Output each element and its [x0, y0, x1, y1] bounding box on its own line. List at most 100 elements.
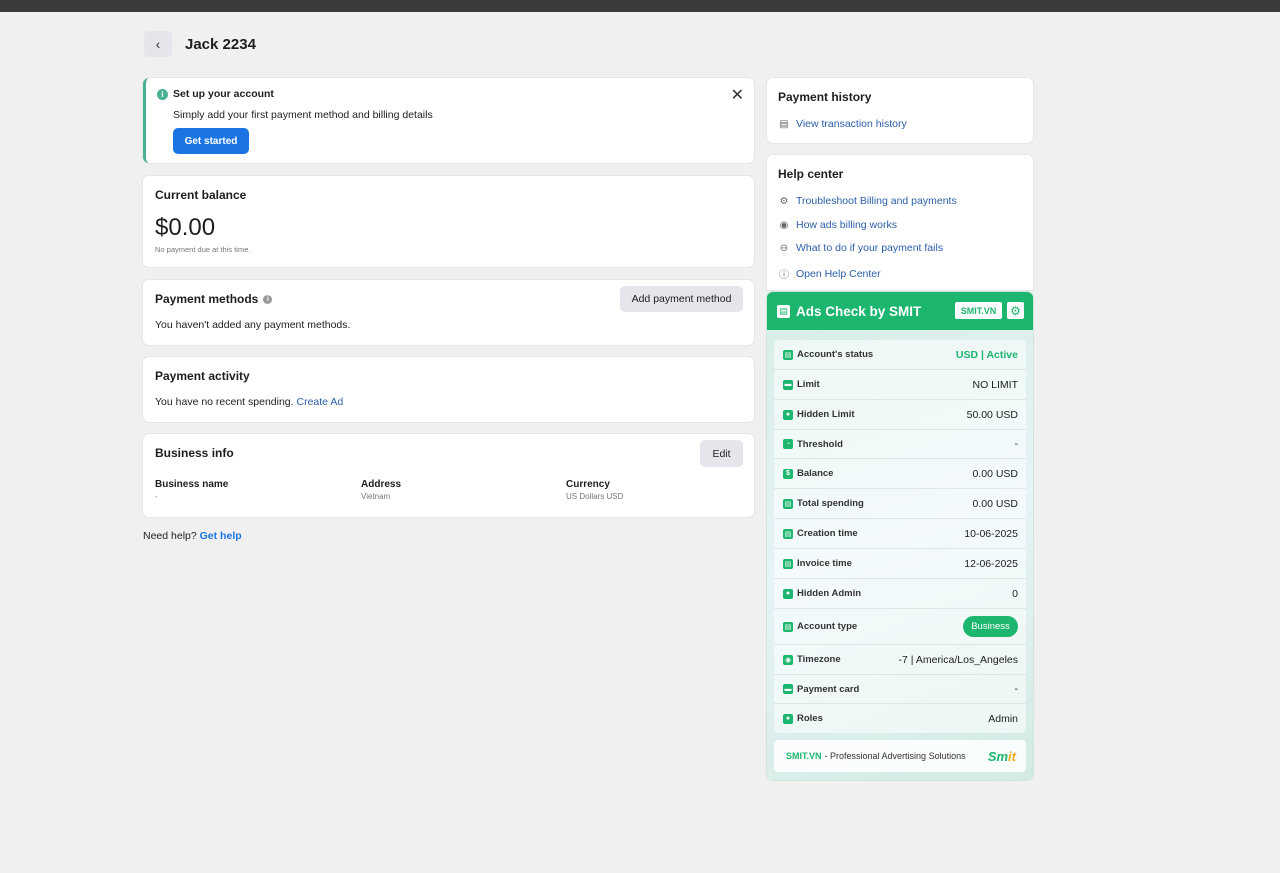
payment-methods-card: Payment methods i Add payment method You …	[143, 280, 754, 345]
minus-circle-icon: ⊖	[779, 242, 789, 254]
smit-badge[interactable]: SMIT.VN	[955, 302, 1002, 319]
payment-activity-title: Payment activity	[155, 369, 250, 383]
field-value: US Dollars USD	[566, 492, 624, 501]
question-circle-icon: ⓘ	[779, 270, 789, 281]
link-label: Troubleshoot Billing and payments	[796, 195, 957, 207]
footer-tagline: - Professional Advertising Solutions	[824, 751, 966, 761]
help-link-troubleshoot[interactable]: ⚙ Troubleshoot Billing and payments	[778, 195, 957, 207]
report-icon: ▤	[777, 304, 790, 318]
row-value: 10-06-2025	[964, 527, 1018, 540]
row-label: Total spending	[797, 498, 864, 509]
row-value: 0.00 USD	[972, 467, 1018, 480]
smit-row-hidden-limit: ● Hidden Limit 50.00 USD	[774, 400, 1026, 430]
smit-logo: Smit	[988, 749, 1016, 764]
field-value: -	[155, 492, 158, 501]
row-value: 0	[1012, 587, 1018, 600]
payment-activity-card: Payment activity You have no recent spen…	[143, 357, 754, 422]
receipt-icon: ▤	[779, 118, 789, 130]
info-icon[interactable]: i	[263, 295, 273, 305]
get-started-button[interactable]: Get started	[173, 128, 249, 154]
row-value: USD | Active	[955, 348, 1018, 361]
info-icon: i	[157, 89, 168, 100]
payment-history-card: Payment history ▤ View transaction histo…	[767, 78, 1033, 143]
status-icon: ▤	[783, 349, 793, 360]
smit-row-timezone: ◉ Timezone -7 | America/Los_Angeles	[774, 645, 1026, 675]
field-label: Address	[361, 479, 402, 490]
balance-amount: $0.00	[155, 214, 216, 241]
back-button[interactable]: ‹	[144, 31, 172, 57]
wallet-icon: ▤	[783, 498, 793, 509]
row-value: -	[1014, 683, 1019, 695]
admin-icon: ●	[783, 588, 793, 599]
link-label: What to do if your payment fails	[796, 242, 944, 254]
payment-methods-title-text: Payment methods	[155, 292, 259, 306]
view-transaction-history-link[interactable]: ▤ View transaction history	[778, 118, 906, 130]
page-title: Jack 2234	[185, 35, 256, 53]
row-label: Roles	[797, 713, 823, 724]
setup-account-card: i Set up your account Simply add your fi…	[143, 78, 754, 163]
add-payment-method-button[interactable]: Add payment method	[620, 286, 743, 312]
balance-title: Current balance	[155, 188, 247, 202]
smit-row-account-type: ▤ Account type Business	[774, 609, 1026, 645]
hidden-limit-icon: ●	[783, 409, 793, 420]
need-help: Need help? Get help	[143, 530, 242, 542]
smit-ads-check-panel: ▤ Ads Check by SMIT SMIT.VN ⚙ ▤ Account's…	[767, 292, 1033, 780]
gear-icon[interactable]: ⚙	[1007, 302, 1024, 319]
need-help-text: Need help?	[143, 530, 197, 542]
payment-activity-description: You have no recent spending. Create Ad	[155, 396, 343, 408]
row-label: Invoice time	[797, 558, 852, 569]
smit-info-list: ▤ Account's status USD | Active ▬ Limit NO…	[774, 340, 1026, 733]
dollar-icon: $	[783, 468, 793, 479]
smit-row-balance: $ Balance 0.00 USD	[774, 459, 1026, 489]
row-label: Account type	[797, 621, 858, 632]
limit-icon: ▬	[783, 379, 793, 390]
field-value: Vietnam	[361, 492, 391, 501]
close-icon[interactable]: ✕	[731, 85, 744, 105]
smit-row-creation-time: ▤ Creation time 10-06-2025	[774, 519, 1026, 549]
row-label: Threshold	[797, 438, 843, 450]
logo-part-a: Sm	[987, 748, 1009, 764]
setup-description: Simply add your first payment method and…	[173, 109, 433, 121]
page-header: ‹ Jack 2234	[144, 31, 256, 57]
create-ad-link[interactable]: Create Ad	[296, 396, 343, 408]
help-link-open-help-center[interactable]: ⓘ Open Help Center	[778, 266, 881, 282]
row-value: NO LIMIT	[972, 378, 1018, 391]
current-balance-card: Current balance $0.00 No payment due at …	[143, 176, 754, 267]
tools-icon: ⚙	[779, 195, 789, 207]
payment-methods-title: Payment methods i	[155, 292, 273, 306]
smit-row-invoice-time: ▤ Invoice time 12-06-2025	[774, 549, 1026, 579]
row-label: Hidden Limit	[797, 409, 855, 420]
link-label: How ads billing works	[796, 219, 897, 231]
row-value: -7 | America/Los_Angeles	[898, 653, 1018, 666]
account-icon: ▤	[783, 621, 793, 632]
smit-row-threshold: ◔ Threshold -	[774, 430, 1026, 459]
threshold-icon: ◔	[783, 439, 793, 449]
account-type-badge: Business	[963, 616, 1018, 637]
balance-note: No payment due at this time.	[155, 245, 251, 254]
footer-brand[interactable]: SMIT.VN	[786, 751, 822, 761]
row-label: Hidden Admin	[797, 588, 862, 599]
smit-row-total-spending: ▤ Total spending 0.00 USD	[774, 489, 1026, 519]
logo-part-b: it	[1008, 748, 1016, 764]
help-link-billing-works[interactable]: ◉ How ads billing works	[778, 219, 897, 231]
credit-card-icon: ▬	[783, 684, 793, 694]
smit-row-limit: ▬ Limit NO LIMIT	[774, 370, 1026, 400]
get-help-link[interactable]: Get help	[200, 530, 242, 542]
smit-footer: SMIT.VN - Professional Advertising Solut…	[774, 740, 1026, 772]
smit-row-roles: ● Roles Admin	[774, 704, 1026, 733]
field-label: Currency	[566, 479, 610, 490]
chevron-left-icon: ‹	[155, 36, 161, 52]
window-top-bar	[0, 0, 1280, 12]
row-label: Limit	[797, 379, 820, 390]
help-link-payment-fails[interactable]: ⊖ What to do if your payment fails	[778, 242, 943, 254]
business-info-card: Business info Edit Business name - Addre…	[143, 434, 754, 517]
business-info-title: Business info	[155, 446, 234, 460]
smit-title: Ads Check by SMIT	[796, 303, 922, 319]
smit-row-hidden-admin: ● Hidden Admin 0	[774, 579, 1026, 609]
invoice-icon: ▤	[783, 558, 793, 569]
setup-title: Set up your account	[173, 88, 274, 100]
row-label: Balance	[797, 468, 834, 479]
edit-button[interactable]: Edit	[700, 440, 743, 467]
row-label: Account's status	[797, 349, 874, 360]
no-spending-text: You have no recent spending.	[155, 396, 294, 408]
